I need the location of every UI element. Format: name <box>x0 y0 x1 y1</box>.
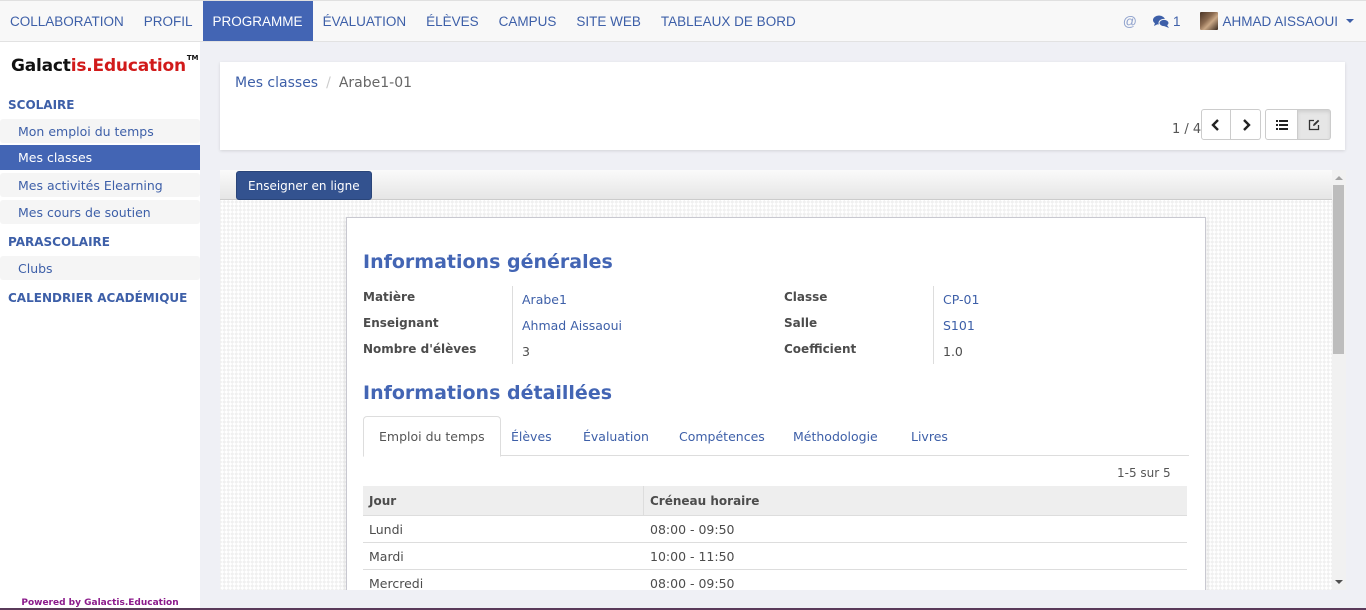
user-menu[interactable]: AHMAD AISSAOUI <box>1200 12 1354 30</box>
control-panel: Mes classes / Arabe1-01 1 / 4 <box>220 62 1345 150</box>
form-statusbar: Enseigner en ligne <box>220 170 1332 200</box>
logo-trademark: TM <box>186 54 199 62</box>
menu-site-web[interactable]: SITE WEB <box>566 1 651 41</box>
previous-button[interactable] <box>1201 109 1231 140</box>
field-value-matiere[interactable]: Arabe1 <box>522 292 567 307</box>
chevron-right-icon <box>1242 118 1251 131</box>
cell-jour: Mardi <box>369 548 404 564</box>
logo-part2: is.Education <box>70 56 186 76</box>
column-header-jour[interactable]: Jour <box>363 485 644 516</box>
field-value-nombre-eleves: 3 <box>522 344 530 359</box>
powered-by: Powered by Galactis.Education <box>21 598 179 608</box>
menu-evaluation[interactable]: ÉVALUATION <box>313 1 417 41</box>
cell-creneau: 08:00 - 09:50 <box>650 575 735 591</box>
sidebar: Galactis.EducationTM SCOLAIRE Mon emploi… <box>0 42 200 610</box>
cell-jour: Mercredi <box>369 575 424 591</box>
sidebar-item-cours-soutien[interactable]: Mes cours de soutien <box>0 200 200 224</box>
caret-down-icon <box>1346 19 1354 23</box>
detailed-info-title: Informations détaillées <box>363 382 613 404</box>
mention-icon[interactable]: @ <box>1123 13 1137 29</box>
general-info-title: Informations générales <box>363 251 613 273</box>
menu-collaboration[interactable]: COLLABORATION <box>0 1 134 41</box>
form-view-button[interactable] <box>1298 109 1331 140</box>
field-divider-right <box>933 286 934 364</box>
section-calendrier[interactable]: CALENDRIER ACADÉMIQUE <box>8 291 187 305</box>
schedule-table: Jour Créneau horaire Lundi 08:00 - 09:50… <box>363 485 1187 591</box>
menu-campus[interactable]: CAMPUS <box>489 1 567 41</box>
cell-creneau: 10:00 - 11:50 <box>650 548 735 564</box>
logo: Galactis.EducationTM <box>11 54 199 76</box>
record-count: 1-5 sur 5 <box>1117 466 1171 480</box>
list-icon <box>1275 119 1288 130</box>
field-label-nombre-eleves: Nombre d'élèves <box>363 342 477 356</box>
sidebar-item-clubs[interactable]: Clubs <box>0 256 200 280</box>
tab-evaluation[interactable]: Évaluation <box>583 416 649 456</box>
menu-eleves[interactable]: ÉLÈVES <box>416 1 489 41</box>
logo-part1: Galact <box>11 56 71 76</box>
field-label-classe: Classe <box>784 290 828 304</box>
pager-value: 1 / 4 <box>1172 122 1202 137</box>
sidebar-item-elearning[interactable]: Mes activités Elearning <box>0 173 200 197</box>
field-label-salle: Salle <box>784 316 818 330</box>
chat-icon <box>1152 15 1169 28</box>
scroll-up-arrow-icon[interactable] <box>1335 176 1343 180</box>
menu-programme[interactable]: PROGRAMME <box>202 1 313 41</box>
main-menu: COLLABORATION PROFIL PROGRAMME ÉVALUATIO… <box>0 1 806 42</box>
tab-emploi-du-temps[interactable]: Emploi du temps <box>363 416 501 457</box>
form-view: Enseigner en ligne Informations générale… <box>220 170 1346 590</box>
sidebar-item-emploi-du-temps[interactable]: Mon emploi du temps <box>0 119 200 143</box>
next-button[interactable] <box>1231 109 1261 140</box>
breadcrumb-current: Arabe1-01 <box>338 75 413 91</box>
section-parascolaire[interactable]: PARASCOLAIRE <box>8 235 110 249</box>
edit-icon <box>1308 119 1320 130</box>
breadcrumb-separator: / <box>326 75 331 91</box>
scroll-down-arrow-icon[interactable] <box>1335 580 1343 584</box>
teach-online-button[interactable]: Enseigner en ligne <box>236 171 372 200</box>
tab-livres[interactable]: Livres <box>911 416 948 456</box>
scroll-thumb[interactable] <box>1333 185 1344 354</box>
notebook-tabs: Emploi du temps Élèves Évaluation Compét… <box>363 416 1189 457</box>
cell-creneau: 08:00 - 09:50 <box>650 521 735 537</box>
user-name: AHMAD AISSAOUI <box>1222 13 1338 29</box>
chevron-left-icon <box>1211 118 1219 131</box>
section-scolaire[interactable]: SCOLAIRE <box>8 98 75 112</box>
field-label-enseignant: Enseignant <box>363 316 439 330</box>
field-value-salle[interactable]: S101 <box>943 318 975 333</box>
breadcrumb-parent[interactable]: Mes classes <box>235 75 318 91</box>
chat-count: 1 <box>1172 13 1181 29</box>
column-header-creneau[interactable]: Créneau horaire <box>644 494 759 508</box>
tab-methodologie[interactable]: Méthodologie <box>793 416 878 456</box>
breadcrumb: Mes classes / Arabe1-01 <box>235 75 412 91</box>
field-value-classe[interactable]: CP-01 <box>943 292 979 307</box>
table-header: Jour Créneau horaire <box>363 485 1187 516</box>
form-sheet: Informations générales Matière Enseignan… <box>346 217 1206 590</box>
avatar <box>1200 12 1219 30</box>
sidebar-item-mes-classes[interactable]: Mes classes <box>0 145 200 170</box>
field-label-coefficient: Coefficient <box>784 342 857 356</box>
tab-competences[interactable]: Compétences <box>679 416 765 456</box>
field-divider-left <box>512 286 513 364</box>
field-label-matiere: Matière <box>363 290 416 304</box>
cell-jour: Lundi <box>369 521 403 537</box>
field-value-coefficient: 1.0 <box>943 344 963 359</box>
list-view-button[interactable] <box>1265 109 1298 140</box>
pager-buttons <box>1201 109 1261 140</box>
messages-button[interactable]: 1 <box>1152 13 1181 29</box>
view-switcher <box>1265 109 1331 140</box>
top-navbar: COLLABORATION PROFIL PROGRAMME ÉVALUATIO… <box>0 0 1366 42</box>
menu-tableaux-de-bord[interactable]: TABLEAUX DE BORD <box>651 1 806 41</box>
table-row[interactable]: Lundi 08:00 - 09:50 <box>363 516 1187 543</box>
tab-eleves[interactable]: Élèves <box>511 416 552 456</box>
vertical-scrollbar[interactable] <box>1332 170 1346 590</box>
table-row[interactable]: Mardi 10:00 - 11:50 <box>363 543 1187 570</box>
table-row[interactable]: Mercredi 08:00 - 09:50 <box>363 570 1187 591</box>
field-value-enseignant[interactable]: Ahmad Aissaoui <box>522 318 622 333</box>
menu-profil[interactable]: PROFIL <box>134 1 203 41</box>
